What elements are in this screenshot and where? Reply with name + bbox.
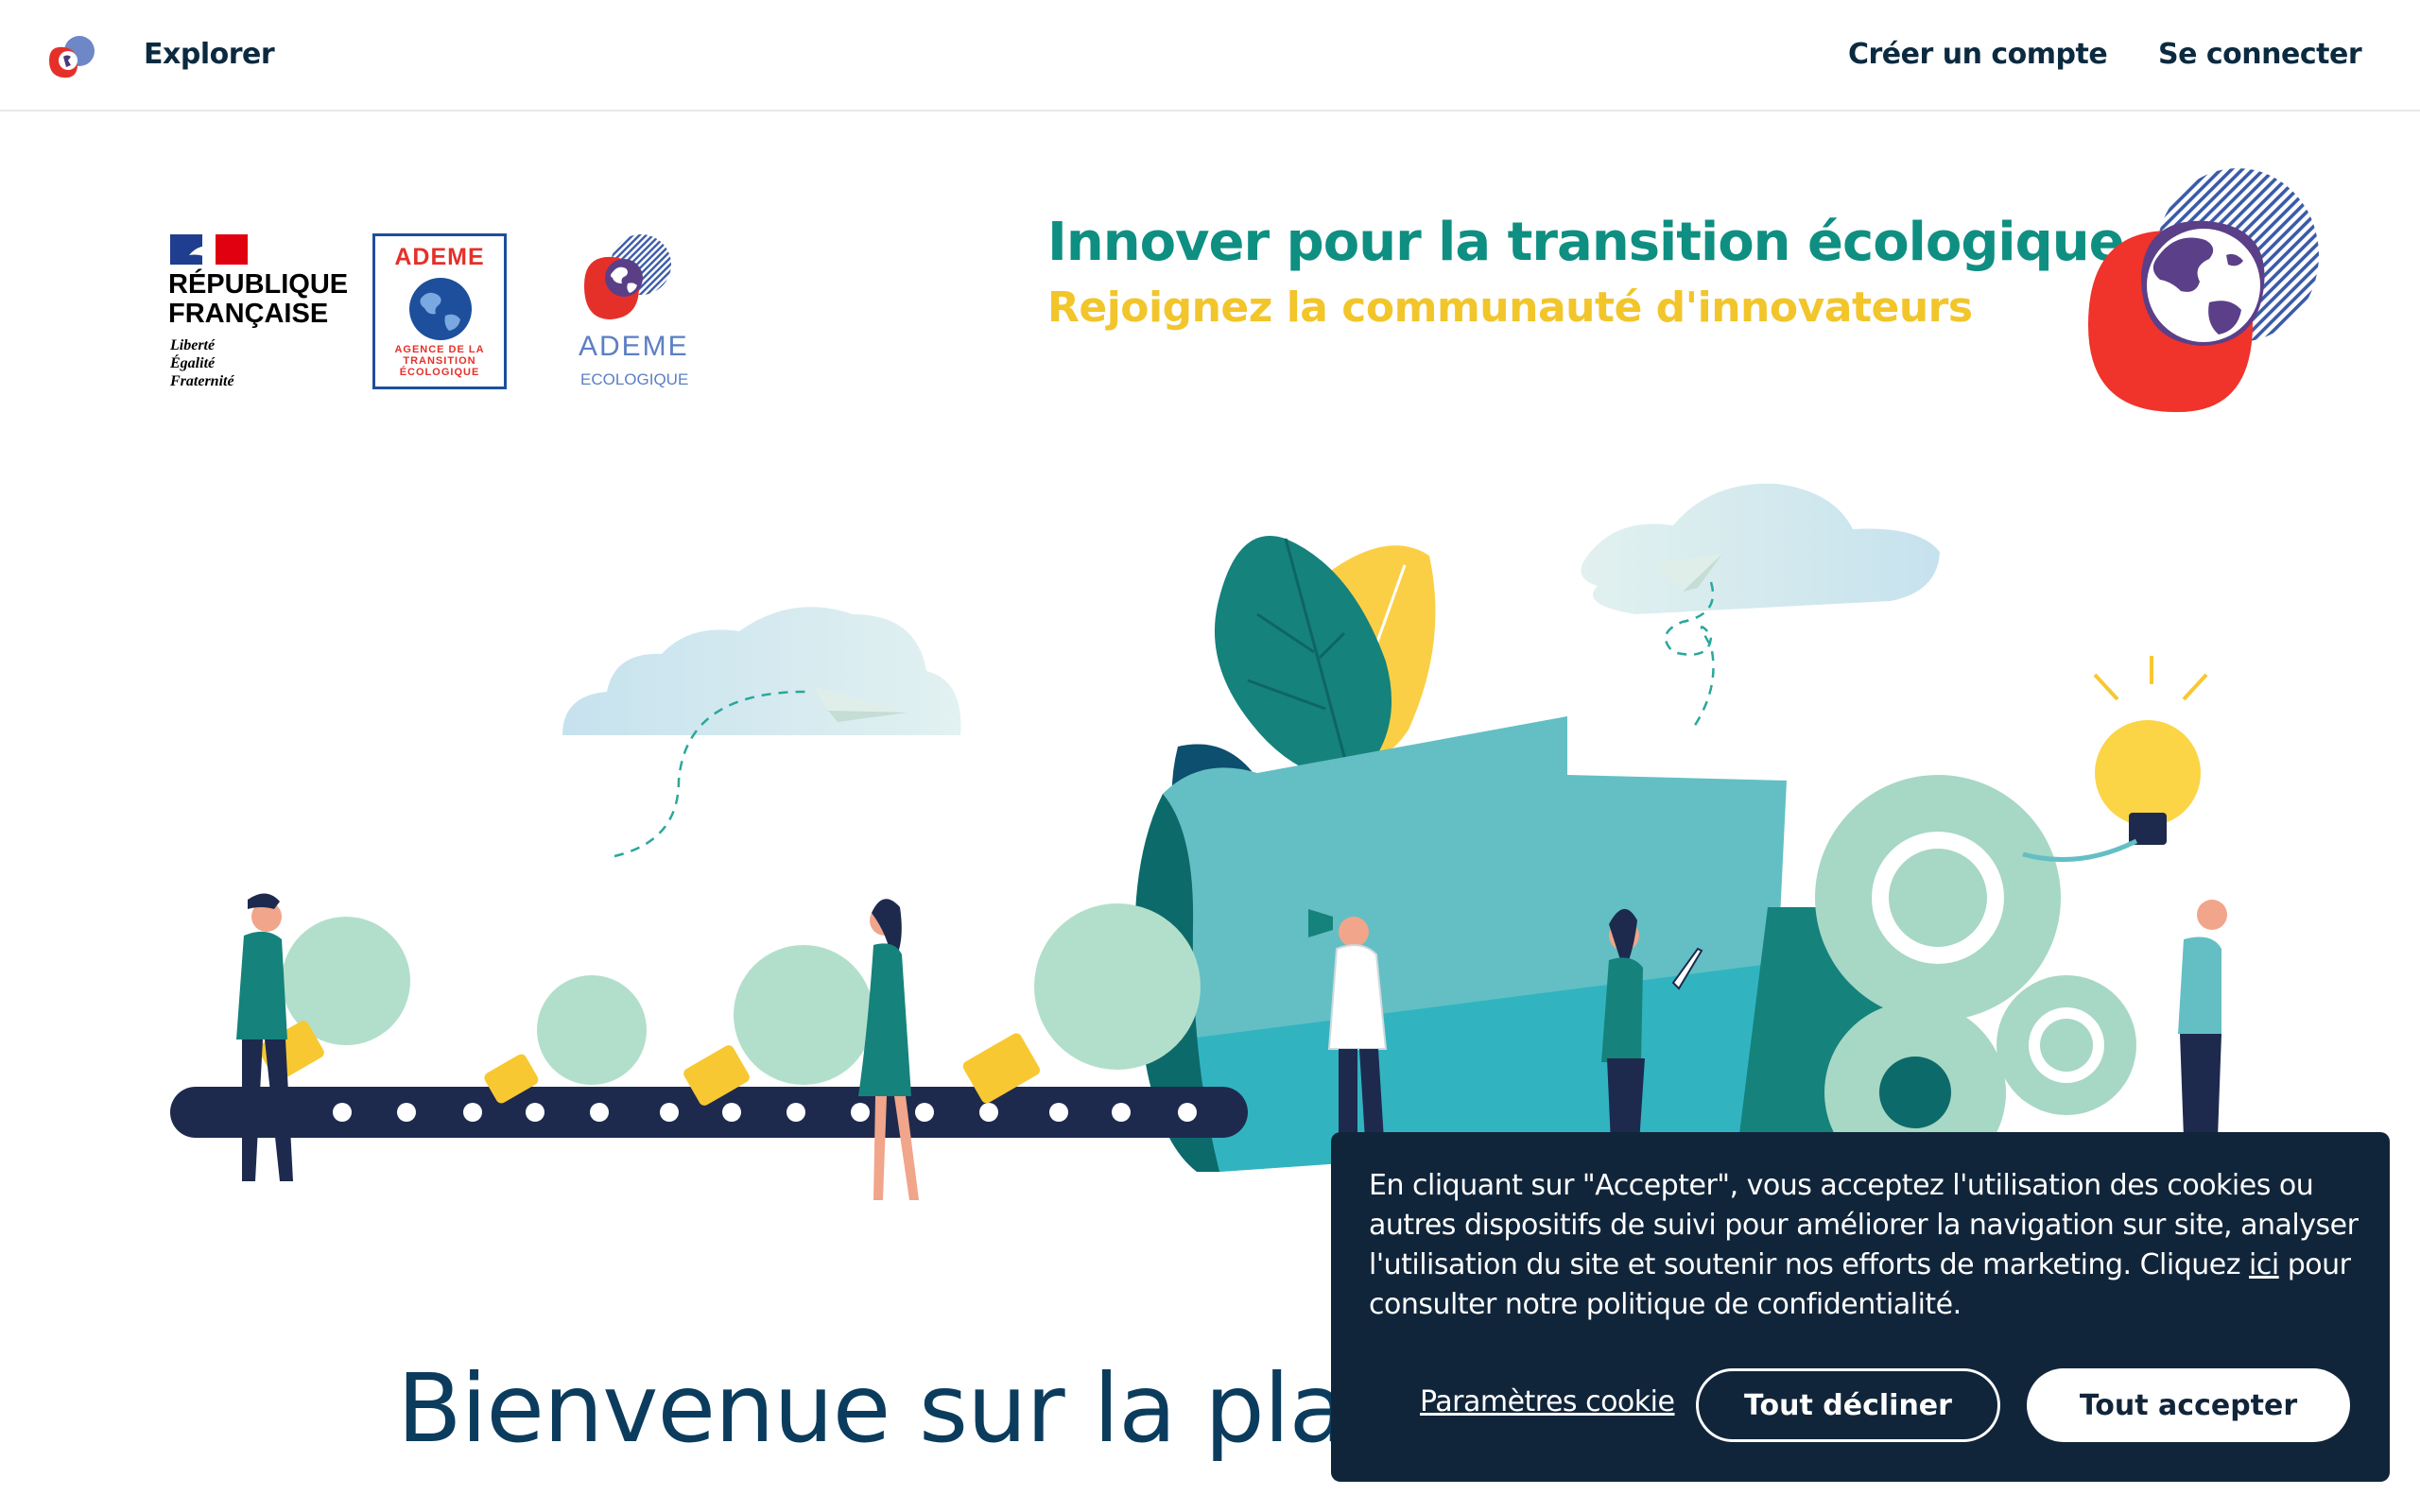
ademe-box-subtitle: AGENCE DE LA TRANSITION ÉCOLOGIQUE — [394, 344, 485, 378]
cookie-message-text: En cliquant sur "Accepter", vous accepte… — [1369, 1169, 2359, 1281]
hero-headline: Innover pour la transition écologique — [1047, 212, 2125, 273]
ademe-ecologique-logo: ADEME ECOLOGIQUE — [575, 232, 688, 393]
rf-motto-line-1: Liberté — [170, 337, 216, 353]
gear-large-icon — [1815, 775, 2061, 1021]
innovation-illustration — [170, 483, 2227, 1200]
globe-icon — [409, 278, 472, 340]
welcome-title: Bienvenue sur la plat — [397, 1353, 1383, 1464]
rf-title: RÉPUBLIQUE FRANÇAISE — [168, 270, 348, 329]
cloud-right-icon — [1581, 483, 1940, 614]
cookie-consent-banner: En cliquant sur "Accepter", vous accepte… — [1331, 1132, 2390, 1482]
hero-subheadline: Rejoignez la communauté d'innovateurs — [1047, 284, 1973, 332]
top-navigation: Explorer Créer un compte Se connecter — [0, 0, 2420, 112]
ademe-eco-subtitle: ECOLOGIQUE — [580, 370, 689, 388]
create-account-link[interactable]: Créer un compte — [1848, 38, 2108, 71]
marianne-flag-icon — [170, 234, 248, 265]
accept-all-button[interactable]: Tout accepter — [2027, 1368, 2350, 1442]
gear-small-icon — [1996, 975, 2136, 1115]
ademe-eco-name: ADEME — [579, 331, 689, 362]
ademe-mark-icon — [584, 234, 671, 319]
cookie-settings-link[interactable]: Paramètres cookie — [1420, 1385, 1675, 1418]
rf-motto: Liberté Égalité Fraternité — [170, 336, 234, 390]
lightbulb-icon — [484, 975, 647, 1104]
ademe-box-title: ADEME — [394, 244, 485, 270]
rf-title-line-2: FRANÇAISE — [168, 299, 329, 329]
person-carrying-bulb-icon — [236, 893, 293, 1181]
ademe-agency-logo: ADEME AGENCE DE LA TRANSITION ÉCOLOGIQUE — [372, 233, 507, 389]
rf-title-line-1: RÉPUBLIQUE — [168, 269, 349, 300]
privacy-policy-link[interactable]: ici — [2249, 1248, 2279, 1281]
login-link[interactable]: Se connecter — [2158, 38, 2362, 71]
cookie-message: En cliquant sur "Accepter", vous accepte… — [1369, 1166, 2361, 1325]
cloud-left-icon — [562, 607, 961, 735]
nav-explore-link[interactable]: Explorer — [144, 38, 275, 71]
site-logo-icon[interactable] — [45, 32, 98, 81]
woman-pushing-bulb-icon — [858, 899, 919, 1200]
rf-motto-line-3: Fraternité — [170, 373, 234, 389]
republique-francaise-logo: RÉPUBLIQUE FRANÇAISE Liberté Égalité Fra… — [168, 232, 357, 393]
decline-all-button[interactable]: Tout décliner — [1696, 1368, 2000, 1442]
lightbulb-icon — [683, 945, 873, 1106]
rf-motto-line-2: Égalité — [170, 355, 216, 371]
ademe-globe-mark-icon — [2088, 168, 2319, 413]
